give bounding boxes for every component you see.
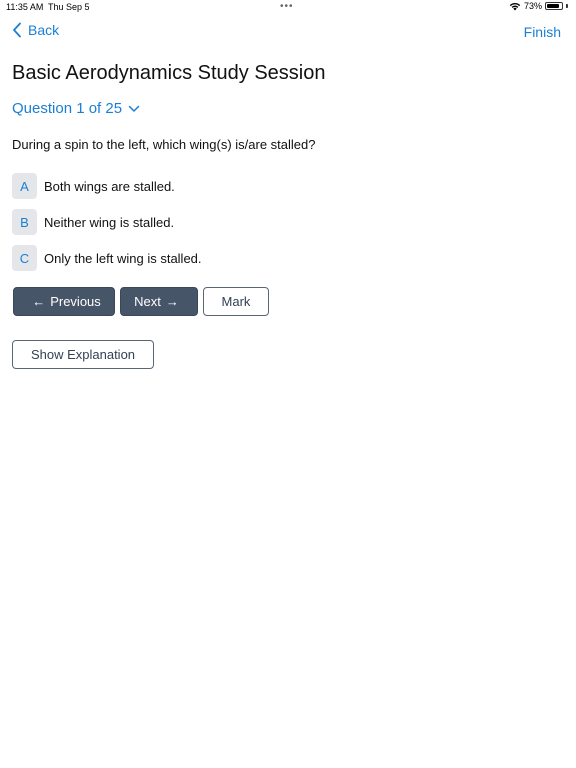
status-date: Thu Sep 5 <box>48 2 90 12</box>
battery-icon <box>545 2 563 10</box>
back-button[interactable]: Back <box>12 22 59 38</box>
question-selector-label: Question 1 of 25 <box>12 100 123 117</box>
status-bar: 11:35 AM Thu Sep 5 ••• 73% <box>0 0 576 14</box>
answer-text: Both wings are stalled. <box>44 178 175 194</box>
answer-option-a[interactable]: A Both wings are stalled. <box>12 173 175 199</box>
chevron-left-icon <box>13 22 21 38</box>
status-right-group: 73% <box>509 1 568 11</box>
battery-tip <box>566 4 568 8</box>
arrow-left-icon: ← <box>32 294 46 309</box>
previous-button[interactable]: ← Previous <box>13 287 115 316</box>
question-selector-dropdown[interactable]: Question 1 of 25 <box>12 100 140 117</box>
wifi-icon <box>509 3 521 11</box>
finish-button[interactable]: Finish <box>524 24 561 40</box>
arrow-right-icon: → <box>165 294 179 309</box>
previous-label: Previous <box>50 294 101 309</box>
back-label: Back <box>28 22 60 38</box>
answer-text: Neither wing is stalled. <box>44 214 175 230</box>
battery-percent: 73% <box>523 1 542 11</box>
answer-letter-badge: C <box>12 245 37 271</box>
mark-button[interactable]: Mark <box>203 287 269 316</box>
next-label: Next <box>134 294 161 309</box>
answer-text: Only the left wing is stalled. <box>44 250 202 266</box>
multitasking-dots-icon[interactable]: ••• <box>280 1 294 12</box>
answer-letter-badge: A <box>12 173 37 199</box>
next-button[interactable]: Next → <box>120 287 198 316</box>
answer-letter-badge: B <box>12 209 37 235</box>
answer-option-b[interactable]: B Neither wing is stalled. <box>12 209 174 235</box>
page-title: Basic Aerodynamics Study Session <box>12 62 326 84</box>
status-time: 11:35 AM <box>6 2 44 12</box>
battery-level-fill <box>547 4 559 8</box>
answer-option-c[interactable]: C Only the left wing is stalled. <box>12 245 202 271</box>
show-explanation-button[interactable]: Show Explanation <box>12 340 154 369</box>
question-text: During a spin to the left, which wing(s)… <box>12 137 316 152</box>
chevron-down-icon <box>128 105 140 112</box>
